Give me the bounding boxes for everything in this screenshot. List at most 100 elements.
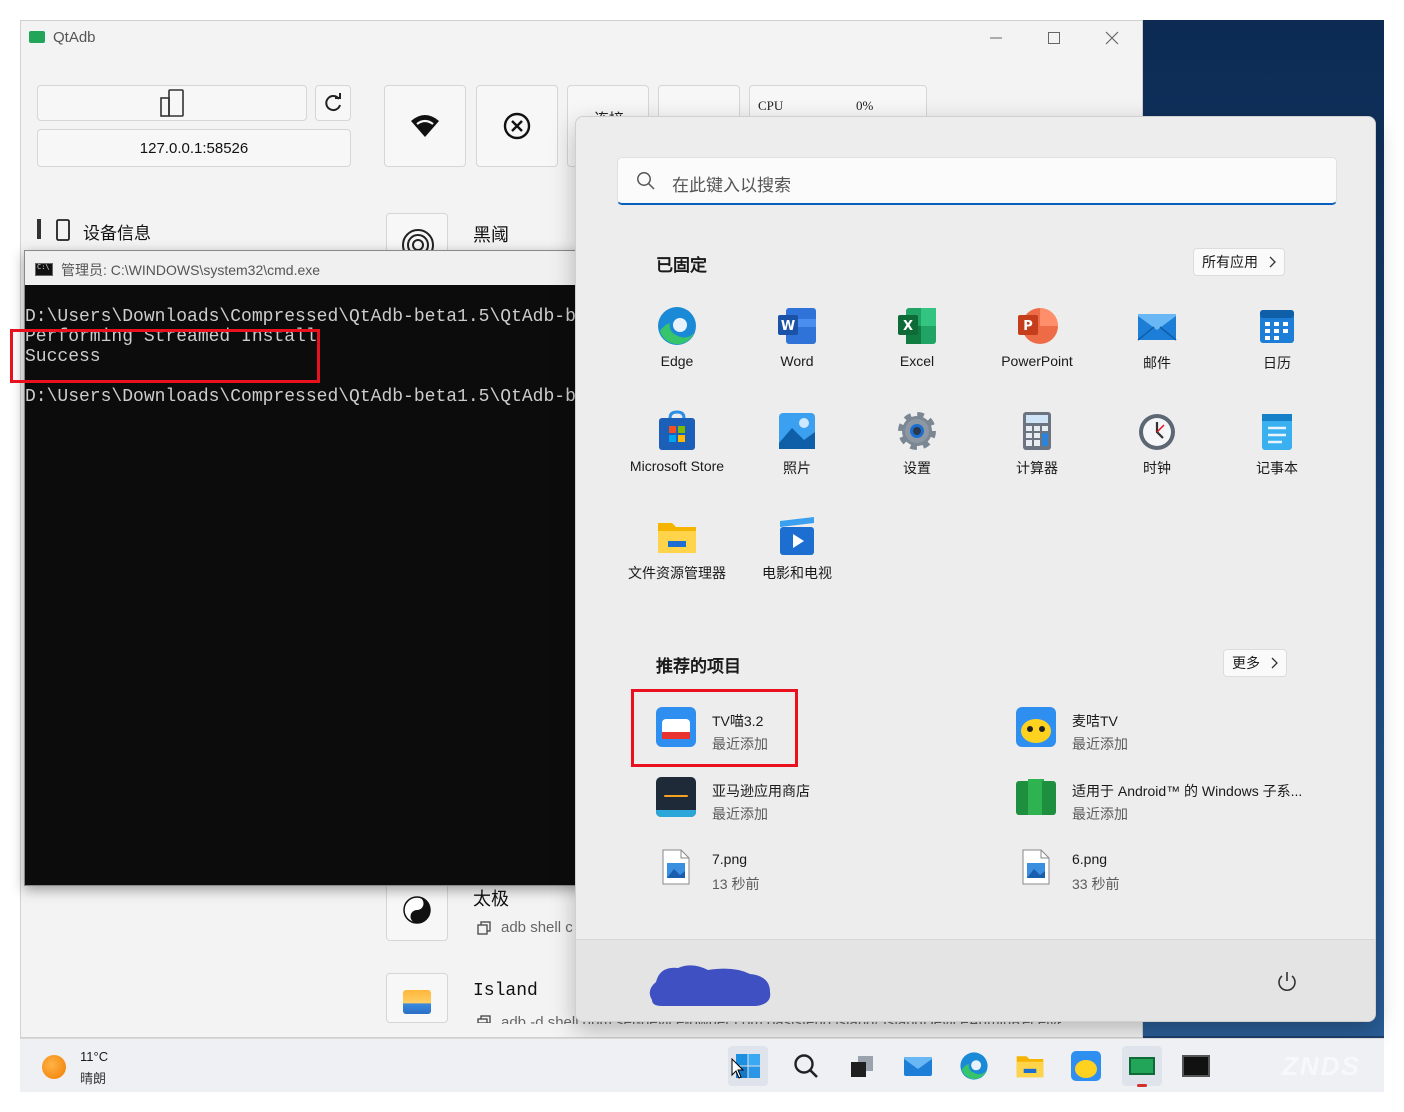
recommended-subtitle: 最近添加 <box>712 806 768 822</box>
taskbar-mail-button[interactable] <box>898 1046 938 1086</box>
mouse-cursor-icon <box>731 1058 745 1079</box>
pinned-app-photos[interactable]: 照片 <box>737 402 857 502</box>
power-icon[interactable] <box>1276 971 1298 993</box>
tvmiao-highlight-box <box>631 689 798 767</box>
app-label: PowerPoint <box>1001 353 1073 369</box>
cmd-app-icon: C:\ <box>35 263 53 276</box>
refresh-button[interactable] <box>315 85 351 121</box>
taskbar-file-explorer-button[interactable] <box>1010 1046 1050 1086</box>
search-input[interactable]: 在此键入以搜索 <box>617 157 1337 205</box>
app-label: 记事本 <box>1256 460 1298 476</box>
taiji-app-icon[interactable] <box>386 879 448 941</box>
app-label: 日历 <box>1263 355 1291 371</box>
taiji-title: 太极 <box>473 889 509 909</box>
powerpoint-icon: P <box>1016 305 1058 347</box>
svg-text:P: P <box>1023 319 1033 334</box>
pinned-app-settings[interactable]: 设置 <box>857 402 977 502</box>
cpu-label: CPU <box>758 98 784 113</box>
pinned-app-excel[interactable]: X Excel <box>857 297 977 397</box>
recommended-title: 适用于 Android™ 的 Windows 子系... <box>1072 783 1303 799</box>
device-info-heading[interactable]: 设备信息 <box>83 219 151 244</box>
taskbar-edge-button[interactable] <box>954 1046 994 1086</box>
pinned-app-word[interactable]: W Word <box>737 297 857 397</box>
sun-icon <box>42 1055 66 1079</box>
console-line: D:\Users\Downloads\Compressed\QtAdb-beta… <box>25 307 583 327</box>
search-placeholder: 在此键入以搜索 <box>672 176 791 195</box>
app-label: 电影和电视 <box>762 565 832 581</box>
pinned-app-calculator[interactable]: 计算器 <box>977 402 1097 502</box>
excel-icon: X <box>896 305 938 347</box>
circle-x-icon <box>503 112 531 140</box>
maximize-button[interactable] <box>1031 21 1077 55</box>
user-avatar-redacted[interactable] <box>646 960 772 1008</box>
device-select-button[interactable] <box>37 85 307 121</box>
recommended-title: 6.png <box>1072 851 1108 867</box>
weather-condition[interactable]: 晴朗 <box>80 1068 106 1087</box>
recommended-item[interactable]: 7.png 13 秒前 <box>642 835 922 899</box>
taskbar-cmd-button[interactable] <box>1176 1046 1216 1086</box>
island-icon <box>403 990 431 1014</box>
qtadb-titlebar: QtAdb <box>21 21 1142 55</box>
device-address-field[interactable]: 127.0.0.1:58526 <box>37 129 351 167</box>
close-window-button[interactable] <box>1089 21 1135 55</box>
amazon-appstore-icon <box>656 777 696 817</box>
minimize-icon <box>990 37 1002 39</box>
image-file-icon <box>662 849 690 885</box>
all-apps-button[interactable]: 所有应用 <box>1193 248 1285 276</box>
store-icon <box>656 410 698 452</box>
terminal-icon <box>1182 1055 1210 1077</box>
all-apps-label: 所有应用 <box>1202 254 1258 270</box>
app-label: 照片 <box>783 460 811 476</box>
cmd-title: 管理员: C:\WINDOWS\system32\cmd.exe <box>61 262 321 278</box>
running-indicator <box>1137 1084 1147 1087</box>
start-menu: 在此键入以搜索 已固定 所有应用 Edge W Word X Excel P P… <box>575 116 1376 1022</box>
maijitv-icon <box>1071 1051 1101 1081</box>
pinned-app-clock[interactable]: 时钟 <box>1097 402 1217 502</box>
recommended-title: 7.png <box>712 851 748 867</box>
taiji-command: adb shell c <box>501 919 573 936</box>
copy-icon[interactable] <box>477 921 491 935</box>
recommended-item[interactable]: 麦咭TV 最近添加 <box>1002 695 1332 759</box>
recommended-subtitle: 13 秒前 <box>712 876 760 892</box>
taskbar-maijitv-button[interactable] <box>1066 1046 1106 1086</box>
edge-icon <box>960 1052 988 1080</box>
island-app-icon[interactable] <box>386 973 448 1023</box>
pinned-heading: 已固定 <box>656 256 707 275</box>
more-label: 更多 <box>1232 655 1260 671</box>
disconnect-button[interactable] <box>476 85 558 167</box>
qtadb-app-icon <box>1129 1057 1155 1075</box>
recommended-subtitle: 最近添加 <box>1072 736 1128 752</box>
app-label: 文件资源管理器 <box>628 565 726 581</box>
copy-icon[interactable] <box>477 1015 491 1023</box>
recommended-item[interactable]: 适用于 Android™ 的 Windows 子系... 最近添加 <box>1002 765 1342 829</box>
app-label: Excel <box>899 353 935 369</box>
task-view-button[interactable] <box>842 1046 882 1086</box>
wifi-button[interactable] <box>384 85 466 167</box>
recommended-item[interactable]: 6.png 33 秒前 <box>1002 835 1282 899</box>
taskbar-qtadb-button[interactable] <box>1122 1046 1162 1087</box>
pinned-app-mail[interactable]: 邮件 <box>1097 297 1217 397</box>
taskbar-search-button[interactable] <box>786 1046 826 1086</box>
pinned-app-store[interactable]: Microsoft Store <box>617 402 737 502</box>
notepad-icon <box>1256 410 1298 452</box>
recommended-title: 亚马逊应用商店 <box>712 783 810 799</box>
chevron-right-icon <box>1269 256 1276 268</box>
minimize-button[interactable] <box>973 21 1019 55</box>
search-icon <box>637 172 655 190</box>
pinned-app-calendar[interactable]: 日历 <box>1217 297 1337 397</box>
recommended-subtitle: 最近添加 <box>1072 806 1128 822</box>
pinned-app-edge[interactable]: Edge <box>617 297 737 397</box>
pinned-app-notepad[interactable]: 记事本 <box>1217 402 1337 502</box>
calculator-icon <box>1016 410 1058 452</box>
weather-temperature[interactable]: 11°C <box>80 1049 108 1064</box>
app-label: 邮件 <box>1143 355 1171 371</box>
more-button[interactable]: 更多 <box>1223 649 1287 677</box>
section-marker <box>37 219 41 239</box>
yin-yang-icon <box>403 896 431 924</box>
maijitv-icon <box>1016 707 1056 747</box>
recommended-item[interactable]: 亚马逊应用商店 最近添加 <box>642 765 922 829</box>
pinned-app-file-explorer[interactable]: 文件资源管理器 <box>617 507 737 607</box>
pinned-app-movies-tv[interactable]: 电影和电视 <box>737 507 857 607</box>
pinned-app-powerpoint[interactable]: P PowerPoint <box>977 297 1097 397</box>
blackdomain-app-icon[interactable] <box>386 213 448 253</box>
